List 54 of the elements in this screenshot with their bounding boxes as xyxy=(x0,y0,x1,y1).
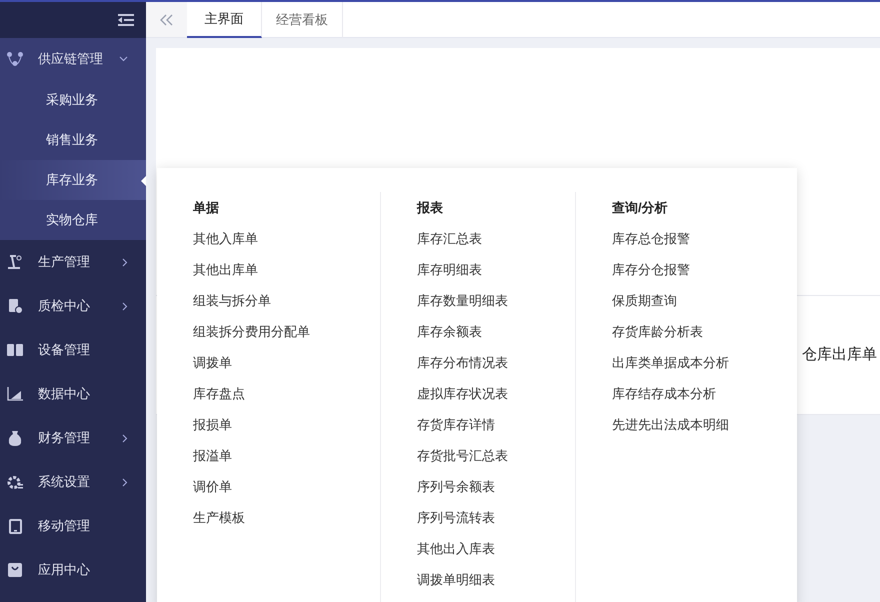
menu-link[interactable]: 库存汇总表 xyxy=(417,223,575,254)
menu-link[interactable]: 其他入库单 xyxy=(193,223,380,254)
menu-link[interactable]: 组装拆分费用分配单 xyxy=(193,316,380,347)
menu-link[interactable]: 调拨单明细表 xyxy=(417,564,575,595)
column-heading: 查询/分析 xyxy=(612,199,669,217)
submenu-item[interactable]: 销售业务 xyxy=(0,120,146,160)
menu-link[interactable]: 其他出入库表 xyxy=(417,533,575,564)
menu-link[interactable]: 报溢单 xyxy=(193,440,380,471)
submenu-item[interactable]: 实物仓库 xyxy=(0,200,146,240)
menu-link[interactable]: 库存分仓报警 xyxy=(612,254,796,285)
sidebar-item[interactable]: 质检中心 xyxy=(0,284,146,328)
menu-link[interactable]: 库存分布情况表 xyxy=(417,347,575,378)
menu-link[interactable]: 先进先出法成本明细 xyxy=(612,409,796,440)
sidebar-item[interactable]: 数据中心 xyxy=(0,372,146,416)
network-icon xyxy=(7,52,23,66)
menu-link[interactable]: 报损单 xyxy=(193,409,380,440)
menu-link[interactable]: 库存余额表 xyxy=(417,316,575,347)
sidebar-item[interactable]: 应用中心 xyxy=(0,548,146,592)
menu-link[interactable]: 生产模板 xyxy=(193,502,380,533)
sidebar-item[interactable]: 生产管理 xyxy=(0,240,146,284)
menu-link[interactable]: 调价单 xyxy=(193,471,380,502)
menu-link[interactable]: 存货库龄分析表 xyxy=(612,316,796,347)
column-heading: 单据 xyxy=(193,199,220,217)
menu-icon[interactable] xyxy=(118,14,134,26)
menu-link[interactable]: 保质期查询 xyxy=(612,285,796,316)
tab[interactable]: 经营看板 xyxy=(262,2,343,38)
menu-link[interactable]: 调拨单 xyxy=(193,347,380,378)
menu-link[interactable]: 存货批号汇总表 xyxy=(417,440,575,471)
tab[interactable]: 主界面 xyxy=(187,2,262,38)
menu-link[interactable]: 存货库存详情 xyxy=(417,409,575,440)
menu-link[interactable]: 其他出库单 xyxy=(193,254,380,285)
menu-link[interactable]: 库存盘点 xyxy=(193,378,380,409)
sidebar-item[interactable]: 设备管理 xyxy=(0,328,146,372)
menu-link[interactable]: 库存总仓报警 xyxy=(612,223,796,254)
menu-link[interactable]: 库存结存成本分析 xyxy=(612,378,796,409)
menu-link[interactable]: 库存明细表 xyxy=(417,254,575,285)
menu-link[interactable]: 虚拟库存状况表 xyxy=(417,378,575,409)
menu-link[interactable]: 序列号流转表 xyxy=(417,502,575,533)
device-icon xyxy=(7,343,23,357)
menu-link[interactable]: 序列号余额表 xyxy=(417,471,575,502)
submenu-item[interactable]: 采购业务 xyxy=(0,80,146,120)
tablet-icon xyxy=(8,518,22,534)
column-heading: 报表 xyxy=(417,199,444,217)
chart-icon xyxy=(7,387,23,401)
sidebar-item[interactable]: 移动管理 xyxy=(0,504,146,548)
gear-icon xyxy=(7,474,23,490)
shopping-bag-icon xyxy=(8,563,22,577)
menu-link[interactable]: 出库类单据成本分析 xyxy=(612,347,796,378)
menu-link[interactable]: 组装与拆分单 xyxy=(193,285,380,316)
sidebar-item[interactable]: 系统设置 xyxy=(0,460,146,504)
sidebar-item[interactable]: 财务管理 xyxy=(0,416,146,460)
money-bag-icon xyxy=(8,430,22,446)
menu-link[interactable]: 库存数量明细表 xyxy=(417,285,575,316)
card-title: 仓库出库单 xyxy=(802,344,878,365)
